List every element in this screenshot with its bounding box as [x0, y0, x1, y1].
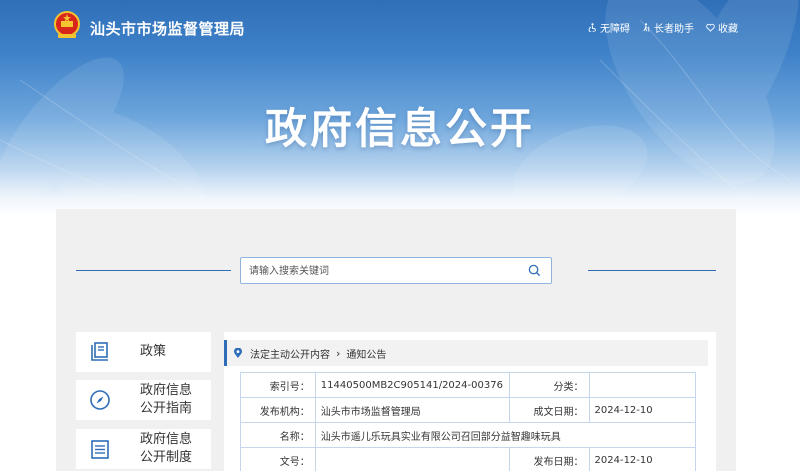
created-date-label: 成文日期： [508, 397, 590, 423]
banner: 汕头市市场监督管理局 无障碍 长者助手 收藏 政府信息公开 [0, 0, 800, 215]
chevron-right-icon: › [336, 346, 341, 360]
table-row: 发布机构： 汕头市市场监督管理局 成文日期： 2024-12-10 [240, 397, 697, 423]
category-value [588, 372, 697, 398]
main-panel: 政策 政府信息 公开指南 政府信息 公开制度 法定主动公开内容 › 通知公告 [56, 209, 736, 471]
doc-name-value: 汕头市遥儿乐玩具实业有限公司召回部分益智趣味玩具 [314, 422, 697, 448]
breadcrumb-link-public-content[interactable]: 法定主动公开内容 [250, 346, 330, 361]
accessibility-label: 无障碍 [600, 24, 630, 35]
policy-book-icon [91, 342, 108, 361]
accessibility-icon [588, 23, 597, 32]
search-divider-right [588, 270, 716, 271]
index-no-value: 11440500MB2C905141/2024-00376 [314, 372, 510, 398]
top-links: 无障碍 长者助手 收藏 [588, 20, 738, 35]
sidebar-item-guide[interactable]: 政府信息 公开指南 [76, 380, 211, 420]
sidebar-item-system[interactable]: 政府信息 公开制度 [76, 429, 211, 469]
table-row: 名称： 汕头市遥儿乐玩具实业有限公司召回部分益智趣味玩具 [240, 422, 697, 448]
site-title[interactable]: 汕头市市场监督管理局 [90, 18, 245, 39]
sidebar-item-label: 政府信息 公开制度 [140, 432, 193, 465]
category-label: 分类： [508, 372, 590, 398]
search-divider-left [76, 270, 231, 271]
breadcrumb-link-notices[interactable]: 通知公告 [346, 346, 386, 361]
favorite-label: 收藏 [718, 24, 738, 35]
table-row: 索引号： 11440500MB2C905141/2024-00376 分类： [240, 372, 697, 398]
doc-no-value [314, 447, 510, 471]
sidebar-item-label: 政策 [140, 344, 167, 359]
index-no-label: 索引号： [240, 372, 316, 398]
favorite-link[interactable]: 收藏 [706, 20, 738, 35]
info-table: 索引号： 11440500MB2C905141/2024-00376 分类： 发… [240, 372, 697, 471]
top-bar: 汕头市市场监督管理局 无障碍 长者助手 收藏 [0, 0, 800, 52]
elder-assist-icon [643, 23, 650, 32]
table-row: 文号： 发布日期： 2024-12-10 [240, 447, 697, 471]
breadcrumb: 法定主动公开内容 › 通知公告 [224, 340, 708, 366]
sidebar-item-policy[interactable]: 政策 [76, 332, 211, 372]
doc-name-label: 名称： [240, 422, 316, 448]
publisher-value: 汕头市市场监督管理局 [314, 397, 510, 423]
search-input[interactable] [249, 262, 519, 280]
elder-assist-label: 长者助手 [654, 24, 694, 35]
published-date-label: 发布日期： [508, 447, 590, 471]
national-emblem-logo [54, 11, 80, 38]
heart-icon [706, 23, 715, 32]
content-area: 法定主动公开内容 › 通知公告 索引号： 11440500MB2C905141/… [224, 332, 716, 471]
created-date-value: 2024-12-10 [588, 397, 697, 423]
location-pin-icon [234, 348, 242, 358]
published-date-value: 2024-12-10 [588, 447, 697, 471]
doc-no-label: 文号： [240, 447, 316, 471]
sidebar-item-label: 政府信息 公开指南 [140, 383, 193, 416]
elder-assist-link[interactable]: 长者助手 [642, 20, 694, 35]
search-box [240, 257, 552, 284]
compass-icon [90, 390, 110, 410]
document-list-icon [91, 440, 109, 459]
page-title: 政府信息公开 [264, 104, 535, 153]
search-icon[interactable] [528, 264, 541, 277]
accessibility-link[interactable]: 无障碍 [588, 20, 630, 35]
publisher-label: 发布机构： [240, 397, 316, 423]
